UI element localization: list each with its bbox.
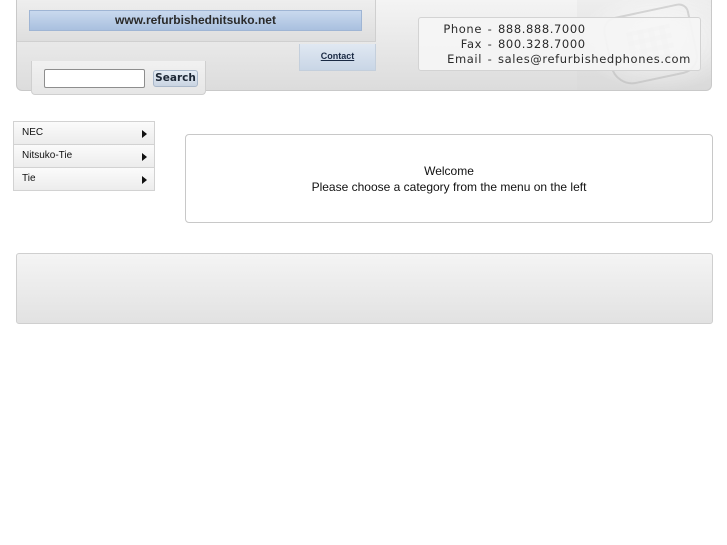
contact-phone-line: Phone -888.888.7000 [419, 22, 700, 37]
header-domain-panel: www.refurbishednitsuko.net [17, 0, 376, 42]
contact-email-line: Email - sales@refurbishedphones.com [419, 52, 700, 67]
menu-item-tie[interactable]: Tie [14, 168, 154, 191]
site-footer [16, 253, 713, 324]
search-button[interactable]: Search [153, 70, 198, 87]
site-domain: www.refurbishednitsuko.net [29, 10, 362, 31]
contact-fax-line: Fax -800.328.7000 [419, 37, 700, 52]
welcome-title: Welcome [424, 164, 474, 178]
welcome-message: Please choose a category from the menu o… [311, 180, 587, 194]
menu-item-label: Tie [22, 173, 36, 184]
menu-item-label: NEC [22, 127, 44, 138]
right-triangle-icon [142, 130, 147, 138]
category-menu: NEC Nitsuko-Tie Tie [13, 121, 155, 191]
contact-info-box: Phone -888.888.7000 Fax -800.328.7000 Emai… [418, 17, 701, 71]
right-triangle-icon [142, 176, 147, 184]
welcome-panel: Welcome Please choose a category from th… [185, 134, 713, 223]
right-triangle-icon [142, 153, 147, 161]
search-input[interactable] [44, 69, 145, 88]
contact-separator: - [487, 22, 493, 36]
contact-email-value: sales@refurbishedphones.com [498, 52, 691, 66]
contact-separator: - [487, 52, 493, 66]
contact-fax-label: Fax [460, 37, 482, 51]
search-panel: Search [31, 61, 206, 95]
contact-email-label: Email [447, 52, 482, 66]
menu-item-label: Nitsuko-Tie [22, 150, 73, 161]
contact-fax-value: 800.328.7000 [498, 37, 586, 51]
contact-phone-value: 888.888.7000 [498, 22, 586, 36]
contact-link[interactable]: Contact [321, 51, 355, 61]
contact-separator: - [487, 37, 493, 51]
menu-item-nitsuko-tie[interactable]: Nitsuko-Tie [14, 145, 154, 168]
contact-tab: Contact [299, 44, 376, 71]
contact-phone-label: Phone [443, 22, 482, 36]
menu-item-nec[interactable]: NEC [14, 122, 154, 145]
